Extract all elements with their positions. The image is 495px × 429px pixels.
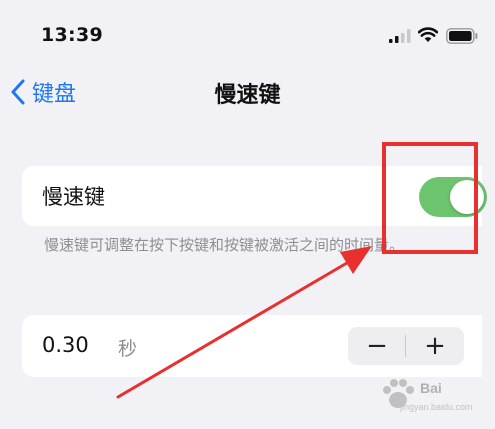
battery-icon <box>446 28 478 44</box>
page-title: 慢速键 <box>214 83 281 108</box>
delay-stepper: − + <box>348 327 464 365</box>
status-bar: 13:39 <box>0 0 495 60</box>
watermark-brand: Bai <box>420 380 442 396</box>
wifi-icon <box>418 27 438 42</box>
delay-row: 0.30 秒 − + <box>22 315 482 377</box>
watermark-url: jingyan.baidu.com <box>400 402 473 412</box>
delay-value: 0.30 <box>42 333 89 357</box>
navigation-bar: 键盘 慢速键 <box>0 66 495 118</box>
status-time: 13:39 <box>41 24 103 46</box>
watermark: Bai jingyan.baidu.com <box>378 374 488 424</box>
decrement-button[interactable]: − <box>348 327 406 365</box>
slow-keys-row: 慢速键 <box>22 166 487 226</box>
slow-keys-footnote: 慢速键可调整在按下按键和按键被激活之间的时间量。 <box>44 236 405 254</box>
toggle-knob <box>450 180 484 214</box>
signal-icon <box>389 29 411 43</box>
slow-keys-label: 慢速键 <box>42 185 105 209</box>
increment-button[interactable]: + <box>406 327 464 365</box>
slow-keys-toggle[interactable] <box>419 177 487 217</box>
delay-unit: 秒 <box>118 338 138 360</box>
